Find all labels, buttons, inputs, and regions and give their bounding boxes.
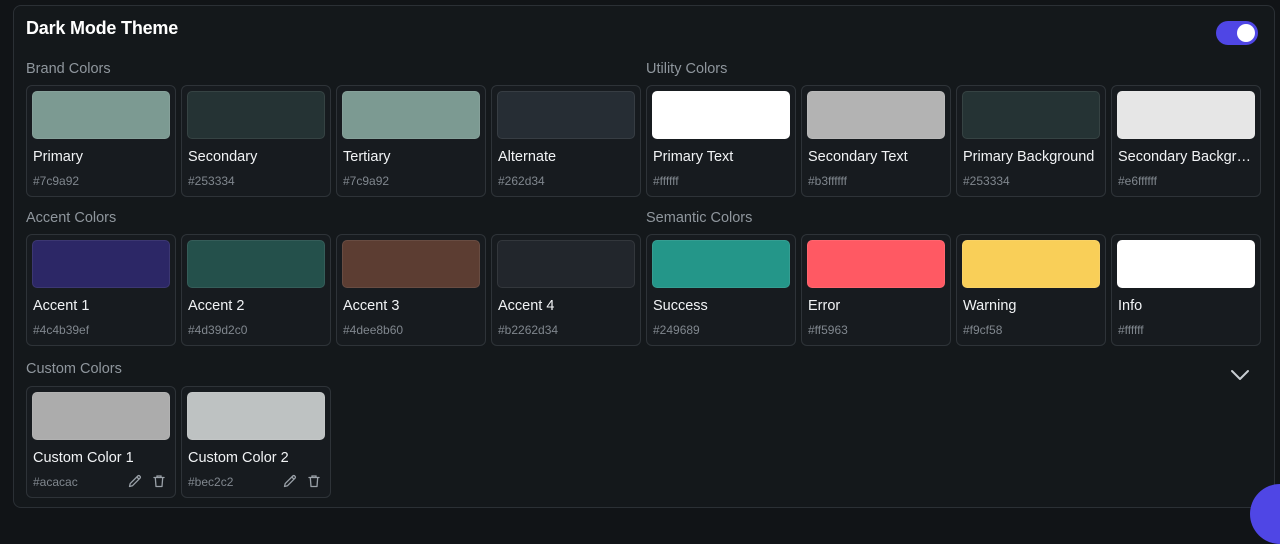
color-swatch[interactable] [807,91,945,139]
color-swatch[interactable] [497,240,635,288]
color-swatch[interactable] [1117,240,1255,288]
color-hex-value: #bec2c2 [188,475,234,489]
color-hex-value: #262d34 [498,174,545,188]
color-hex-value: #ffffff [1118,323,1144,337]
color-swatch[interactable] [342,91,480,139]
color-name: Info [1118,298,1143,314]
color-hex-value: #249689 [653,323,700,337]
color-hex-value: #7c9a92 [33,174,80,188]
color-hex-value: #7c9a92 [343,174,390,188]
color-name: Accent 4 [498,298,555,314]
dark-mode-toggle[interactable] [1216,21,1258,45]
color-card[interactable]: Custom Color 2 #bec2c2 [181,386,331,498]
color-swatch[interactable] [187,392,325,440]
color-card[interactable]: Secondary #253334 [181,85,331,197]
color-swatch[interactable] [962,240,1100,288]
color-name: Secondary Text [808,149,908,165]
color-card[interactable]: Accent 2 #4d39d2c0 [181,234,331,346]
color-hex-value: #4c4b39ef [33,323,90,337]
color-name: Custom Color 2 [188,450,289,466]
color-card[interactable]: Success #249689 [646,234,796,346]
color-swatch[interactable] [342,240,480,288]
color-swatch[interactable] [32,240,170,288]
color-card[interactable]: Accent 4 #b2262d34 [491,234,641,346]
card-actions [127,473,167,489]
color-name: Error [808,298,841,314]
color-swatch[interactable] [497,91,635,139]
color-swatch[interactable] [32,392,170,440]
color-name: Tertiary [343,149,391,165]
toggle-knob [1237,24,1255,42]
color-swatch[interactable] [187,91,325,139]
section-label-semantic: Semantic Colors [646,210,753,226]
color-hex-value: #4dee8b60 [343,323,404,337]
color-swatch[interactable] [187,240,325,288]
color-hex-value: #ffffff [653,174,679,188]
color-hex-value: #253334 [188,174,235,188]
pencil-icon[interactable] [282,473,298,489]
theme-panel: Dark Mode Theme Brand Colors Utility Col… [13,5,1275,508]
color-card[interactable]: Accent 1 #4c4b39ef [26,234,176,346]
color-card[interactable]: Secondary Background #e6ffffff [1111,85,1261,197]
color-name: Primary [33,149,83,165]
color-card[interactable]: Primary Text #ffffff [646,85,796,197]
color-name: Secondary Background [1118,149,1256,165]
color-card[interactable]: Warning #f9cf58 [956,234,1106,346]
section-label-brand: Brand Colors [26,61,111,77]
color-card[interactable]: Tertiary #7c9a92 [336,85,486,197]
color-card[interactable]: Custom Color 1 #acacac [26,386,176,498]
color-swatch[interactable] [652,240,790,288]
color-card[interactable]: Accent 3 #4dee8b60 [336,234,486,346]
color-hex-value: #253334 [963,174,1010,188]
color-swatch[interactable] [962,91,1100,139]
color-hex-value: #b2262d34 [498,323,559,337]
page-title: Dark Mode Theme [26,18,179,38]
color-name: Alternate [498,149,557,165]
color-name: Custom Color 1 [33,450,134,466]
color-swatch[interactable] [32,91,170,139]
card-actions [282,473,322,489]
color-name: Accent 1 [33,298,90,314]
color-card[interactable]: Secondary Text #b3ffffff [801,85,951,197]
color-name: Warning [963,298,1017,314]
color-card[interactable]: Error #ff5963 [801,234,951,346]
color-name: Accent 2 [188,298,245,314]
color-hex-value: #b3ffffff [808,174,847,188]
color-swatch[interactable] [1117,91,1255,139]
color-swatch[interactable] [652,91,790,139]
color-name: Accent 3 [343,298,400,314]
color-card[interactable]: Info #ffffff [1111,234,1261,346]
section-label-custom: Custom Colors [26,361,122,377]
trash-icon[interactable] [306,473,322,489]
pencil-icon[interactable] [127,473,143,489]
chevron-down-icon[interactable] [1228,363,1252,387]
section-label-utility: Utility Colors [646,61,728,77]
color-card[interactable]: Primary #7c9a92 [26,85,176,197]
color-hex-value: #ff5963 [808,323,848,337]
color-card[interactable]: Alternate #262d34 [491,85,641,197]
trash-icon[interactable] [151,473,167,489]
color-name: Primary Text [653,149,734,165]
color-hex-value: #f9cf58 [963,323,1003,337]
color-hex-value: #acacac [33,475,78,489]
color-name: Primary Background [963,149,1095,165]
color-name: Success [653,298,708,314]
color-hex-value: #e6ffffff [1118,174,1157,188]
color-card[interactable]: Primary Background #253334 [956,85,1106,197]
section-label-accent: Accent Colors [26,210,117,226]
color-hex-value: #4d39d2c0 [188,323,248,337]
color-name: Secondary [188,149,258,165]
color-swatch[interactable] [807,240,945,288]
